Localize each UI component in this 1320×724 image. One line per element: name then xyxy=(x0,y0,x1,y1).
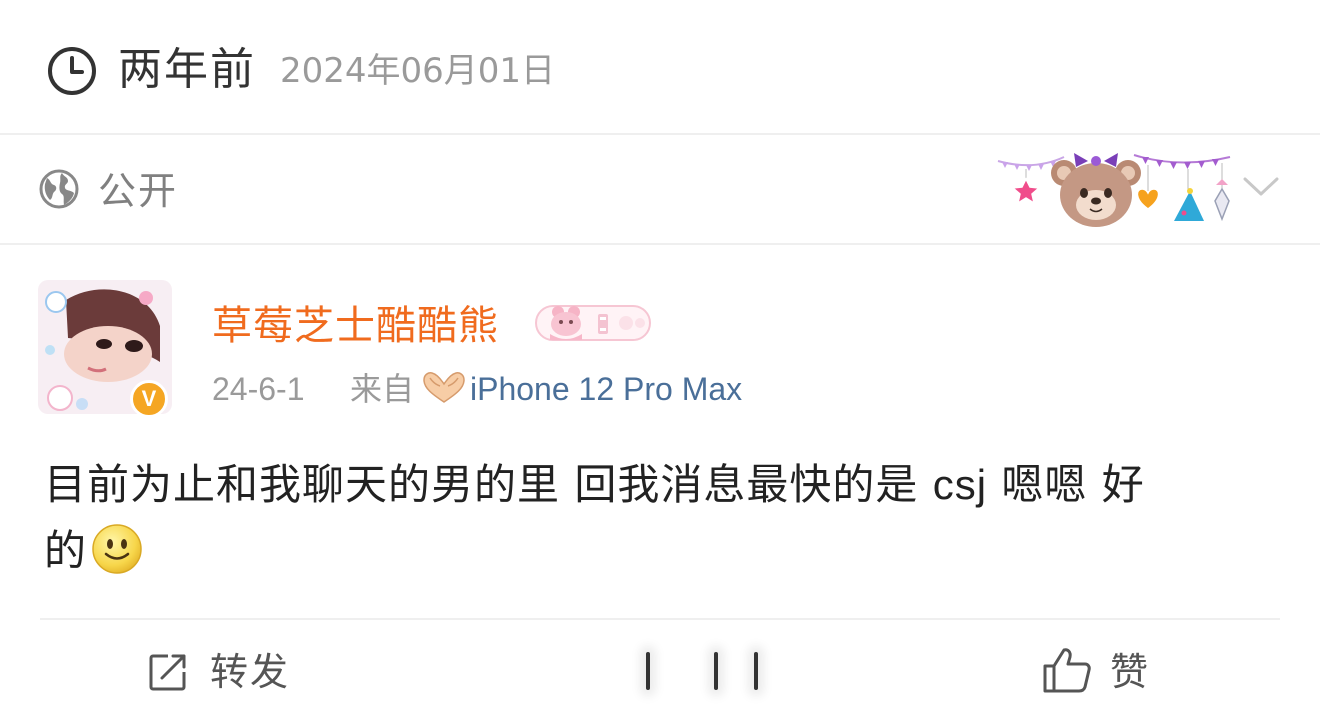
like-button[interactable]: 赞 xyxy=(1040,642,1160,700)
globe-icon xyxy=(39,169,79,209)
visibility-row[interactable]: 公开 xyxy=(0,135,1320,245)
username[interactable]: 草莓芝士酷酷熊 xyxy=(212,300,499,352)
thumbs-up-icon xyxy=(1043,648,1091,693)
page-indicator xyxy=(600,652,758,692)
indicator-bar xyxy=(646,652,650,690)
visibility-label: 公开 xyxy=(98,169,179,213)
absolute-date: 2024年06月01日 xyxy=(280,51,556,91)
chevron-down-icon[interactable] xyxy=(1240,173,1282,201)
clock-icon xyxy=(48,47,96,95)
relative-time: 两年前 xyxy=(118,44,256,95)
bear-badge-icon xyxy=(535,305,651,341)
repost-icon xyxy=(149,654,186,691)
post-body-text: 目前为止和我聊天的男的里 回我消息最快的是 xyxy=(44,460,933,509)
post-body-text-latin: csj xyxy=(932,461,988,508)
source-prefix: 来自 xyxy=(350,370,415,408)
post-time-row: 两年前 2024年06月01日 xyxy=(0,0,1320,135)
post-body-text-end: 嗯嗯 好 xyxy=(987,460,1145,509)
smile-emoji-icon xyxy=(92,524,142,574)
heart-hands-icon xyxy=(423,372,465,403)
like-label: 赞 xyxy=(1110,650,1149,694)
post-body-line2: 的 xyxy=(44,526,88,575)
post-detail-page: 两年前 2024年06月01日 公开 V 草莓芝士酷酷熊 24-6-1 来自 i… xyxy=(0,0,1320,724)
source-device-link[interactable]: iPhone 12 Pro Max xyxy=(470,368,742,410)
bear-bunting-decoration xyxy=(997,153,1231,227)
post-action-bar: 转发 赞 xyxy=(40,618,1280,724)
repost-button[interactable]: 转发 xyxy=(144,642,334,700)
indicator-bar xyxy=(754,652,758,690)
verified-badge: V xyxy=(130,380,168,418)
post-body: 目前为止和我聊天的男的里 回我消息最快的是 csj 嗯嗯 好的 xyxy=(44,452,1284,584)
repost-label: 转发 xyxy=(210,650,291,694)
indicator-bar xyxy=(714,652,718,690)
post-date: 24-6-1 xyxy=(212,371,305,407)
